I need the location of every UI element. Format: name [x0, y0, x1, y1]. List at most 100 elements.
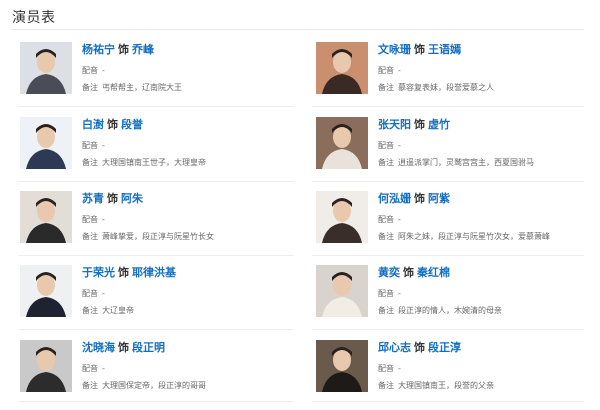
dub-line: 配音 - — [378, 140, 401, 151]
actor-name-link[interactable]: 邱心志 — [378, 341, 411, 354]
cast-headline: 文咏珊饰王语嫣 — [378, 42, 461, 58]
note-line: 备注 阿朱之妹，段正淳与阮星竹次女，爱慕萧峰 — [378, 231, 550, 242]
as-word: 饰 — [403, 266, 414, 279]
actor-photo[interactable] — [316, 42, 368, 94]
dub-line: 配音 - — [82, 288, 105, 299]
cast-headline: 沈晓海饰段正明 — [82, 340, 165, 356]
cast-card: 苏青饰阿朱配音 - 备注 萧峰挚爱，段正淳与阮星竹长女 — [20, 191, 300, 261]
dub-line: 配音 - — [378, 288, 401, 299]
role-name-link[interactable]: 乔峰 — [132, 43, 154, 56]
actor-name-link[interactable]: 杨祐宁 — [82, 43, 115, 56]
note-label: 备注 — [378, 158, 394, 167]
role-name-link[interactable]: 段正淳 — [428, 341, 461, 354]
note-line: 备注 萧峰挚爱，段正淳与阮星竹长女 — [82, 231, 214, 242]
dub-value: - — [398, 141, 401, 150]
dub-line: 配音 - — [378, 65, 401, 76]
cast-headline: 张天阳饰虚竹 — [378, 117, 450, 133]
dub-label: 配音 — [82, 215, 98, 224]
actor-name-link[interactable]: 白澍 — [82, 118, 104, 131]
cast-card: 邱心志饰段正淳 配音 - 备注 大理国镇南王，段誉的父亲 — [316, 340, 596, 410]
actor-photo[interactable] — [20, 117, 72, 169]
role-name-link[interactable]: 耶律洪基 — [132, 266, 176, 279]
actor-photo[interactable] — [20, 42, 72, 94]
role-name-link[interactable]: 阿紫 — [428, 192, 450, 205]
role-name-link[interactable]: 王语嫣 — [428, 43, 461, 56]
dub-label: 配音 — [82, 66, 98, 75]
note-label: 备注 — [378, 83, 394, 92]
role-name-link[interactable]: 段正明 — [132, 341, 165, 354]
note-line: 备注 大理国保定帝，段正淳的哥哥 — [82, 380, 206, 391]
actor-name-link[interactable]: 沈晓海 — [82, 341, 115, 354]
as-word: 饰 — [414, 118, 425, 131]
as-word: 饰 — [118, 341, 129, 354]
dub-label: 配音 — [378, 215, 394, 224]
actor-photo[interactable] — [20, 191, 72, 243]
actor-photo[interactable] — [20, 340, 72, 392]
cast-headline: 邱心志饰段正淳 — [378, 340, 461, 356]
note-value: 丐帮帮主，辽南院大王 — [102, 83, 182, 92]
dub-label: 配音 — [82, 141, 98, 150]
actor-name-link[interactable]: 苏青 — [82, 192, 104, 205]
as-word: 饰 — [118, 43, 129, 56]
cast-grid: 杨祐宁饰乔峰 配音 - 备注 丐帮帮主，辽南院大王 文咏珊饰王语嫣 配音 - 备注 慕容复表妹，段… — [0, 0, 600, 406]
note-value: 大理国保定帝，段正淳的哥哥 — [102, 381, 206, 390]
actor-photo[interactable] — [316, 265, 368, 317]
row-divider — [18, 401, 294, 402]
cast-headline: 苏青饰阿朱 — [82, 191, 143, 207]
as-word: 饰 — [414, 192, 425, 205]
row-divider — [18, 255, 294, 256]
dub-line: 配音 - — [82, 65, 105, 76]
dub-label: 配音 — [82, 289, 98, 298]
role-name-link[interactable]: 段誉 — [121, 118, 143, 131]
cast-card: 张天阳饰虚竹配音 - 备注 逍遥派掌门，灵鹫宫宫主，西夏国驸马 — [316, 117, 596, 187]
row-divider — [312, 329, 584, 330]
dub-value: - — [102, 215, 105, 224]
actor-photo[interactable] — [316, 191, 368, 243]
row-divider — [18, 329, 294, 330]
note-line: 备注 大辽皇帝 — [82, 305, 134, 316]
dub-line: 配音 - — [378, 214, 401, 225]
note-value: 大理国镇南王，段誉的父亲 — [398, 381, 494, 390]
actor-name-link[interactable]: 张天阳 — [378, 118, 411, 131]
as-word: 饰 — [107, 192, 118, 205]
actor-name-link[interactable]: 于荣光 — [82, 266, 115, 279]
actor-name-link[interactable]: 何泓姗 — [378, 192, 411, 205]
note-value: 慕容复表妹，段誉爱慕之人 — [398, 83, 494, 92]
as-word: 饰 — [414, 341, 425, 354]
note-line: 备注 段正淳的情人，木婉清的母亲 — [378, 305, 502, 316]
note-value: 大辽皇帝 — [102, 306, 134, 315]
dub-label: 配音 — [378, 66, 394, 75]
cast-card: 何泓姗饰阿紫配音 - 备注 阿朱之妹，段正淳与阮星竹次女，爱慕萧峰 — [316, 191, 596, 261]
dub-value: - — [102, 66, 105, 75]
dub-line: 配音 - — [82, 140, 105, 151]
row-divider — [312, 255, 584, 256]
cast-card: 于荣光饰耶律洪基配音 - 备注 大辽皇帝 — [20, 265, 300, 335]
row-divider — [18, 181, 294, 182]
role-name-link[interactable]: 秦红棉 — [417, 266, 450, 279]
as-word: 饰 — [107, 118, 118, 131]
cast-headline: 杨祐宁饰乔峰 — [82, 42, 154, 58]
actor-photo[interactable] — [20, 265, 72, 317]
note-label: 备注 — [82, 381, 98, 390]
role-name-link[interactable]: 阿朱 — [121, 192, 143, 205]
dub-value: - — [398, 364, 401, 373]
cast-card: 杨祐宁饰乔峰 配音 - 备注 丐帮帮主，辽南院大王 — [20, 42, 300, 112]
note-value: 段正淳的情人，木婉清的母亲 — [398, 306, 502, 315]
cast-headline: 白澍饰段誉 — [82, 117, 143, 133]
note-line: 备注 大理国镇南王世子，大理皇帝 — [82, 157, 206, 168]
as-word: 饰 — [414, 43, 425, 56]
dub-line: 配音 - — [82, 363, 105, 374]
cast-headline: 于荣光饰耶律洪基 — [82, 265, 176, 281]
note-line: 备注 逍遥派掌门，灵鹫宫宫主，西夏国驸马 — [378, 157, 534, 168]
actor-name-link[interactable]: 文咏珊 — [378, 43, 411, 56]
actor-photo[interactable] — [316, 117, 368, 169]
row-divider — [312, 181, 584, 182]
cast-card: 白澍饰段誉配音 - 备注 大理国镇南王世子，大理皇帝 — [20, 117, 300, 187]
actor-name-link[interactable]: 黄奕 — [378, 266, 400, 279]
role-name-link[interactable]: 虚竹 — [428, 118, 450, 131]
cast-card: 文咏珊饰王语嫣配音 - 备注 慕容复表妹，段誉爱慕之人 — [316, 42, 596, 112]
cast-card: 黄奕饰秦红棉配音 - 备注 段正淳的情人，木婉清的母亲 — [316, 265, 596, 335]
dub-value: - — [398, 215, 401, 224]
actor-photo[interactable] — [316, 340, 368, 392]
note-label: 备注 — [378, 232, 394, 241]
